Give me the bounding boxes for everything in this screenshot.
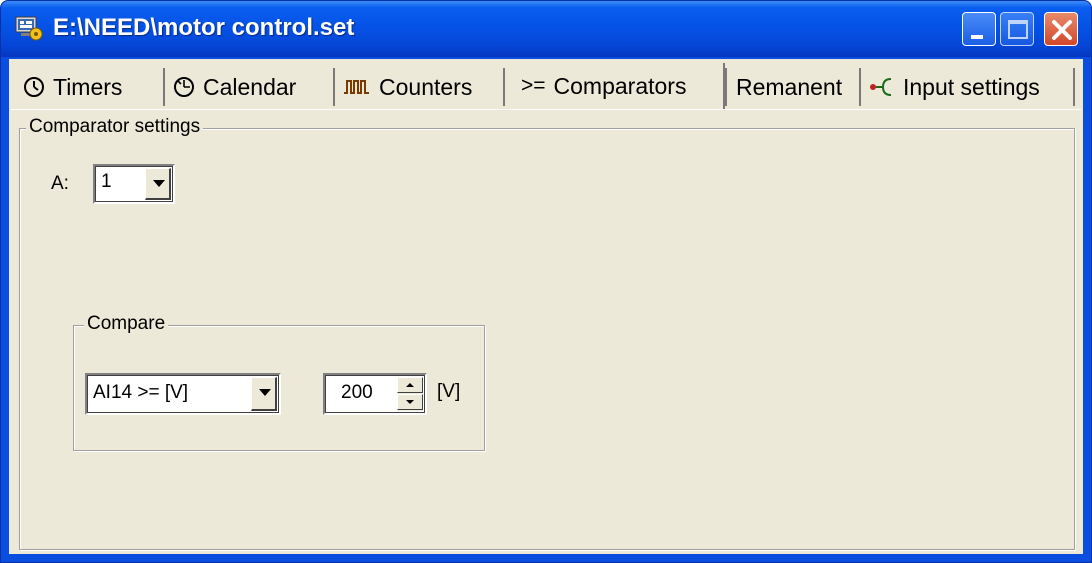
tab-comparators[interactable]: >= Comparators [511,63,725,109]
input-branch-icon [869,76,895,98]
clock-icon [23,76,45,98]
tab-label: Calendar [203,73,297,100]
tab-label: Remanent [736,73,843,100]
client-area: Timers Calendar Counters >= Comparators … [9,59,1083,554]
tab-counters[interactable]: Counters [343,68,505,106]
counter-pulse-icon [343,76,371,98]
tab-input-settings[interactable]: Input settings [869,68,1075,106]
spinner-buttons [397,377,423,411]
close-button[interactable] [1044,12,1078,46]
tab-timers[interactable]: Timers [23,68,165,106]
tab-calendar[interactable]: Calendar [173,68,335,106]
threshold-value[interactable]: 200 [341,382,373,404]
group-legend: Comparator settings [26,116,204,138]
title-bar[interactable]: E:\NEED\motor control.set [1,1,1091,57]
tab-remanent[interactable]: Remanent [725,68,861,106]
compare-operator-select[interactable]: AI14 >= [V] [85,373,281,415]
spin-up-icon[interactable] [397,377,423,393]
minimize-button[interactable] [962,12,996,46]
unit-label: [V] [437,381,461,402]
tab-label: Counters [379,73,473,100]
close-icon [1052,20,1072,40]
app-icon[interactable] [15,15,43,41]
calendar-clock-icon [173,76,195,98]
chevron-down-icon[interactable] [145,168,171,200]
group-legend: Compare [84,313,169,335]
spin-down-icon[interactable] [397,394,423,410]
tab-label: Timers [53,73,123,100]
tab-label: Comparators [553,72,687,99]
threshold-spinner[interactable]: 200 [323,373,427,415]
tab-strip: Timers Calendar Counters >= Comparators … [9,59,1083,111]
comparators-panel: Comparator settings A: 1 Compare AI14 >=… [11,109,1081,552]
maximize-icon [1008,20,1028,39]
maximize-button[interactable] [1000,12,1034,46]
tab-label: Input settings [903,73,1040,100]
compare-operator-value: AI14 >= [V] [93,382,189,403]
app-window: E:\NEED\motor control.set Timers Calenda… [0,0,1092,563]
a-select-value: 1 [101,171,112,192]
window-title: E:\NEED\motor control.set [53,14,355,41]
chevron-down-icon[interactable] [251,377,277,411]
a-label: A: [51,173,69,194]
minimize-icon [971,35,983,39]
comparator-icon: >= [521,74,546,97]
a-select[interactable]: 1 [93,164,175,204]
